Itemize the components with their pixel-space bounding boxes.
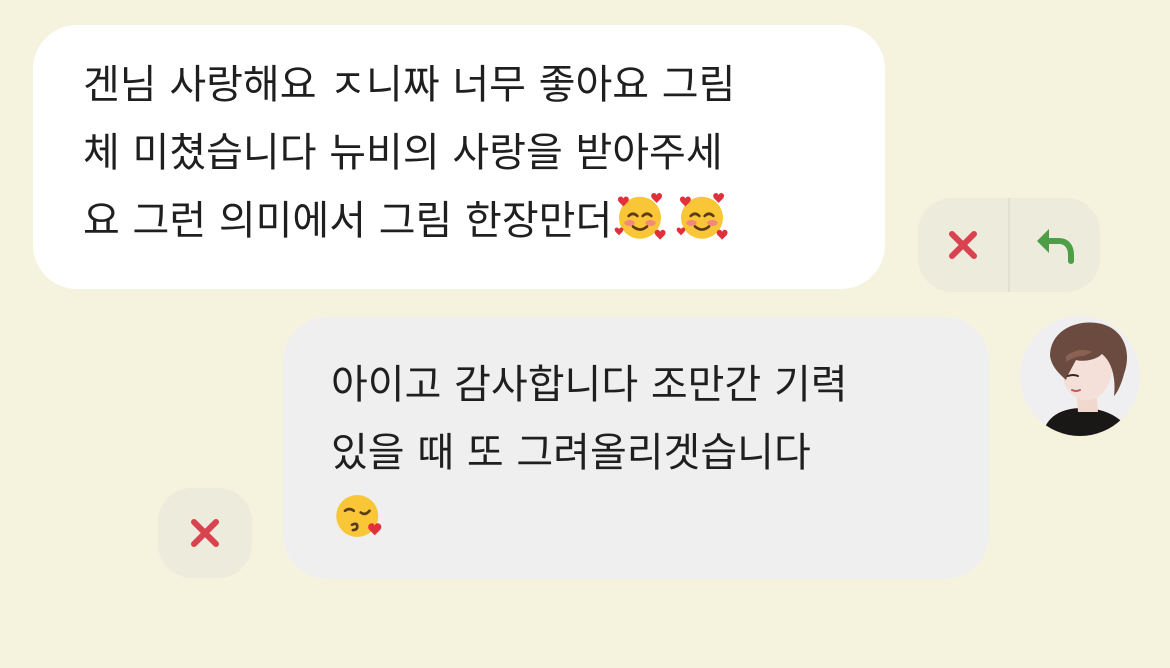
message-line: 체 미쳤습니다 뉴비의 사랑을 받아주세 (83, 130, 723, 176)
outgoing-message-bubble[interactable]: 아이고 감사합니다 조만간 기력 있을 때 또 그려올리겟습니다 (283, 317, 989, 579)
delete-button[interactable] (918, 198, 1008, 292)
avatar[interactable] (1020, 316, 1140, 436)
message-line: 요 그런 의미에서 그림 한장만더 (83, 187, 845, 255)
smiling-face-with-hearts-icon (676, 192, 728, 240)
smiling-face-with-hearts-icon (614, 192, 666, 240)
user-avatar-illustration (1020, 316, 1140, 436)
message-line: 겐님 사랑해요 ㅈ니짜 너무 좋아요 그림 (83, 62, 736, 108)
reply-icon (1037, 229, 1074, 264)
message-line (331, 487, 949, 555)
message-line: 있을 때 또 그려올리겟습니다 (331, 430, 811, 476)
incoming-message-bubble[interactable]: 겐님 사랑해요 ㅈ니짜 너무 좋아요 그림 체 미쳤습니다 뉴비의 사랑을 받아… (33, 25, 885, 289)
outgoing-message-actions (158, 488, 252, 578)
reply-button[interactable] (1010, 198, 1100, 292)
incoming-message-actions (918, 198, 1100, 292)
close-icon (949, 231, 977, 259)
close-icon (191, 519, 219, 547)
delete-button[interactable] (158, 488, 252, 578)
face-blowing-a-kiss-icon (336, 495, 382, 537)
message-line: 아이고 감사합니다 조만간 기력 (331, 362, 848, 408)
